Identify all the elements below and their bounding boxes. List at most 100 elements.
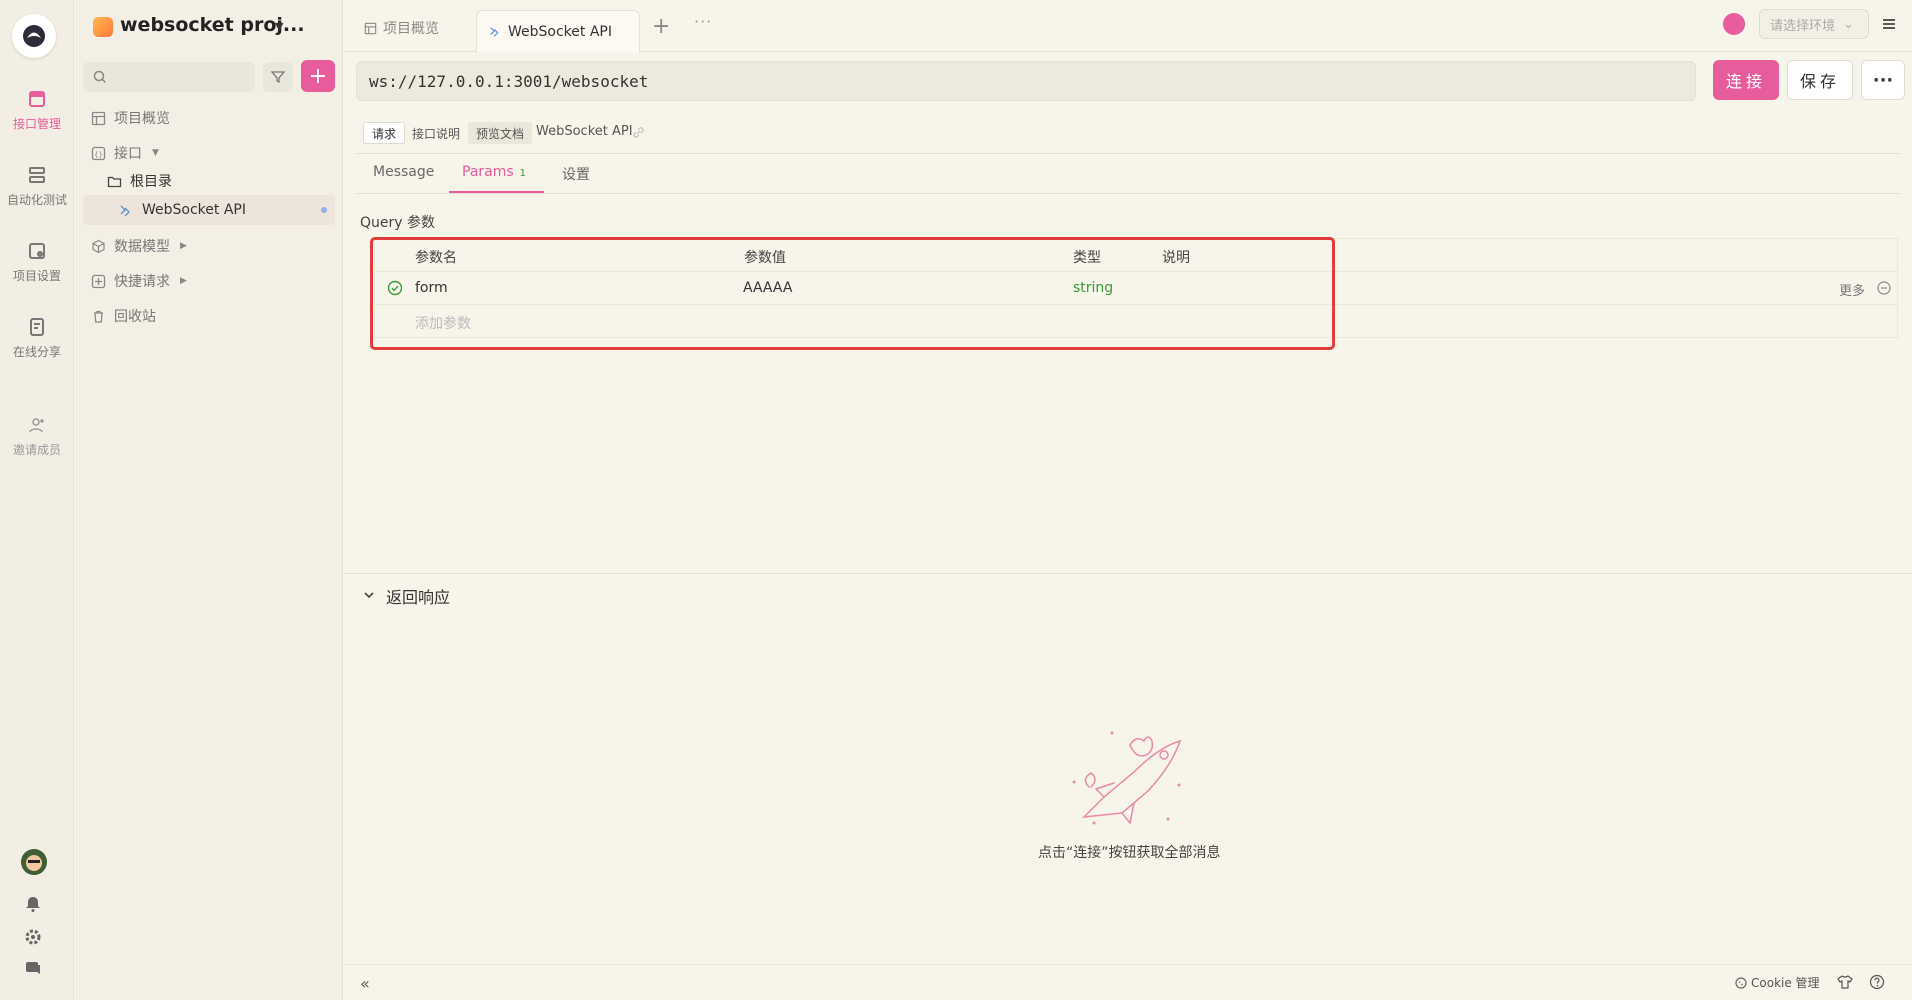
nav-rail: 接口管理 自动化测试 项目设置 在线分享 邀请成员 — [0, 0, 74, 1000]
cube-icon — [92, 239, 105, 253]
rail-item-api-management[interactable]: 接口管理 — [0, 80, 74, 140]
tab-more-icon[interactable]: ··· — [694, 12, 712, 31]
url-value: ws://127.0.0.1:3001/websocket — [369, 71, 649, 91]
caret-down-icon[interactable]: ▼ — [275, 20, 283, 33]
sidebar-item-quick-request[interactable]: 快捷请求 ▶ — [85, 266, 333, 296]
param-value[interactable]: AAAAA — [743, 280, 792, 296]
search-input[interactable] — [83, 62, 255, 92]
rail-item-invite-member[interactable]: 邀请成员 — [0, 406, 74, 466]
more-actions-button[interactable]: ··· — [1861, 60, 1905, 100]
response-section-title[interactable]: 返回响应 — [386, 584, 450, 608]
rail-label: 接口管理 — [12, 116, 61, 131]
collapse-sidebar-icon[interactable]: « — [360, 974, 370, 993]
rail-item-online-share[interactable]: 在线分享 — [0, 308, 74, 368]
rail-label: 在线分享 — [12, 344, 61, 359]
new-tab-plus-icon[interactable]: + — [652, 14, 670, 39]
url-input[interactable]: ws://127.0.0.1:3001/websocket — [356, 61, 1696, 101]
caret-right-icon: ▶ — [180, 276, 187, 286]
cookie-manager-label: Cookie 管理 — [1751, 976, 1820, 990]
sidebar-item-trash[interactable]: 回收站 — [85, 301, 333, 331]
sidebar-item-interfaces[interactable]: {} 接口 ▼ — [85, 138, 333, 168]
remove-row-icon[interactable] — [1877, 281, 1891, 295]
sidebar-item-label: 回收站 — [114, 309, 156, 325]
segment-preview-docs[interactable]: 预览文档 — [468, 122, 533, 144]
tab-bar: 项目概览 WebSocket API + ··· 请选择环境 ⌄ — [344, 0, 1912, 52]
environment-placeholder: 请选择环境 — [1770, 18, 1836, 34]
segment-request[interactable]: 请求 — [363, 122, 406, 144]
add-button[interactable]: + — [301, 60, 335, 92]
rail-item-automation[interactable]: 自动化测试 — [0, 156, 74, 216]
app-logo[interactable] — [12, 14, 56, 58]
sidebar-item-websocket-api[interactable]: WebSocket API — [83, 195, 335, 225]
overview-icon — [364, 22, 377, 34]
quick-request-icon — [91, 274, 106, 288]
divider — [356, 193, 1900, 194]
help-icon[interactable] — [1869, 974, 1885, 990]
param-name[interactable]: form — [415, 280, 448, 296]
tab-message[interactable]: Message — [373, 164, 434, 180]
sidebar-item-label: 项目概览 — [114, 111, 170, 127]
websocket-icon — [120, 205, 130, 216]
sidebar-item-label: 数据模型 — [114, 239, 170, 255]
rail-item-project-settings[interactable]: 项目设置 — [0, 232, 74, 292]
plus-icon: + — [308, 63, 328, 89]
tab-params-label: Params — [462, 164, 514, 180]
help-chat-icon[interactable] — [24, 959, 42, 977]
trash-icon — [94, 310, 103, 323]
user-avatar[interactable] — [21, 849, 47, 875]
table-row: form AAAAA string 更多 — [375, 272, 1899, 305]
sidebar-item-label: 快捷请求 — [114, 274, 170, 290]
tab-project-overview[interactable]: 项目概览 — [352, 10, 451, 46]
bell-icon[interactable] — [24, 895, 42, 913]
add-param-row[interactable]: 添加参数 — [375, 305, 1899, 338]
tab-params[interactable]: Params 1 — [462, 164, 526, 180]
environment-select[interactable]: 请选择环境 ⌄ — [1759, 9, 1869, 39]
share-doc-icon — [30, 317, 44, 336]
tab-settings[interactable]: 设置 — [562, 164, 590, 184]
divider — [344, 964, 1912, 965]
cookie-manager-button[interactable]: Cookie 管理 — [1735, 974, 1820, 991]
column-header-type: 类型 — [1073, 250, 1101, 266]
avatar-face-icon — [21, 849, 47, 875]
gear-icon[interactable] — [24, 928, 42, 946]
automation-icon — [29, 166, 45, 183]
column-header-value: 参数值 — [744, 250, 786, 266]
sidebar-item-label: 接口 — [114, 146, 142, 162]
table-header: 参数名 参数值 类型 说明 — [375, 239, 1899, 272]
save-button[interactable]: 保存 — [1787, 60, 1853, 100]
unsaved-dot — [321, 207, 327, 213]
add-user-icon — [29, 417, 44, 432]
tab-label: WebSocket API — [508, 23, 612, 40]
settings-box-icon — [29, 242, 45, 259]
folder-icon — [107, 176, 122, 187]
rail-label: 自动化测试 — [6, 192, 67, 207]
filter-button[interactable] — [263, 62, 293, 92]
menu-icon[interactable] — [1878, 13, 1900, 35]
filter-icon — [271, 71, 285, 84]
tab-label: 项目概览 — [383, 21, 439, 37]
column-header-name: 参数名 — [415, 250, 457, 266]
sidebar-item-label: WebSocket API — [142, 202, 246, 218]
api-name: WebSocket API — [536, 124, 633, 139]
query-params-table: 参数名 参数值 类型 说明 form AAAAA string 更多 添加参数 — [374, 238, 1899, 338]
shirt-icon[interactable] — [1837, 974, 1853, 990]
sidebar-item-root-folder[interactable]: 根目录 — [101, 166, 333, 196]
environment-icon[interactable] — [1723, 13, 1745, 35]
svg-text:{}: {} — [94, 151, 103, 159]
query-params-label: Query 参数 — [360, 215, 435, 231]
rail-label: 邀请成员 — [12, 442, 61, 457]
row-more-link[interactable]: 更多 — [1839, 280, 1865, 299]
segment-api-description[interactable]: 接口说明 — [404, 122, 468, 144]
param-type[interactable]: string — [1073, 280, 1113, 296]
caret-right-icon: ▶ — [180, 241, 187, 251]
connect-button[interactable]: 连接 — [1713, 60, 1779, 100]
api-icon — [29, 90, 45, 107]
overview-icon — [91, 111, 106, 125]
tab-websocket-api[interactable]: WebSocket API — [476, 10, 640, 52]
divider — [344, 573, 1912, 574]
enabled-check-icon[interactable] — [387, 280, 403, 296]
sidebar-item-data-models[interactable]: 数据模型 ▶ — [85, 231, 333, 261]
link-icon[interactable] — [632, 126, 645, 139]
chevron-down-icon[interactable] — [362, 588, 376, 602]
sidebar-item-overview[interactable]: 项目概览 — [85, 103, 333, 133]
